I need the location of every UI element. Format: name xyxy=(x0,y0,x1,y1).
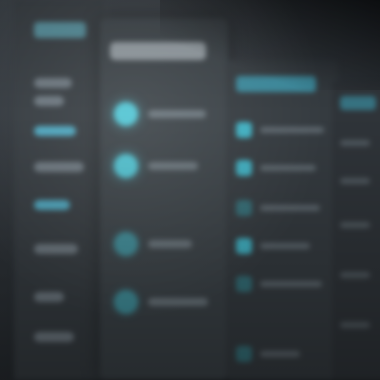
circle-icon xyxy=(114,232,138,256)
list-item-label xyxy=(260,281,322,287)
list-item[interactable] xyxy=(236,122,332,138)
list-item[interactable] xyxy=(114,290,214,314)
sidebar-item[interactable] xyxy=(34,96,64,106)
list-item-label xyxy=(260,351,300,357)
list-item[interactable] xyxy=(236,276,332,292)
list-item-label xyxy=(260,127,324,133)
square-icon xyxy=(236,238,252,254)
blurred-dashboard-screenshot xyxy=(0,0,380,380)
circle-icon xyxy=(114,290,138,314)
list-item[interactable] xyxy=(114,154,214,178)
secondary-panel xyxy=(226,60,338,380)
list-item-label xyxy=(148,162,198,170)
list-item-label xyxy=(260,165,316,171)
list-item-label xyxy=(340,178,370,184)
list-item-label xyxy=(260,205,320,211)
list-item[interactable] xyxy=(236,238,332,254)
list-item-label xyxy=(148,298,208,306)
square-icon xyxy=(236,122,252,138)
list-item[interactable] xyxy=(236,200,332,216)
shadow-overlay xyxy=(160,0,380,90)
sidebar-item[interactable] xyxy=(34,244,78,254)
sidebar-item-active[interactable] xyxy=(34,126,76,136)
list-item-label xyxy=(340,140,370,146)
sidebar xyxy=(14,0,106,380)
square-icon xyxy=(236,160,252,176)
circle-icon xyxy=(114,154,138,178)
list-item[interactable] xyxy=(114,232,214,256)
tertiary-panel xyxy=(332,82,380,380)
square-icon xyxy=(236,200,252,216)
square-icon xyxy=(236,276,252,292)
list-item-label xyxy=(340,272,370,278)
circle-icon xyxy=(114,102,138,126)
sidebar-item[interactable] xyxy=(34,332,74,342)
list-item[interactable] xyxy=(236,346,332,362)
sidebar-item[interactable] xyxy=(34,200,70,210)
list-item-label xyxy=(340,322,370,328)
sidebar-item[interactable] xyxy=(34,162,84,172)
list-item[interactable] xyxy=(114,102,214,126)
sidebar-item[interactable] xyxy=(34,292,64,302)
list-item-label xyxy=(148,110,206,118)
list-item-label xyxy=(148,240,192,248)
sidebar-header xyxy=(34,22,86,38)
square-icon xyxy=(236,346,252,362)
sidebar-item[interactable] xyxy=(34,78,72,88)
list-item[interactable] xyxy=(236,160,332,176)
list-item-label xyxy=(260,243,310,249)
tertiary-panel-header xyxy=(340,96,376,110)
list-item-label xyxy=(340,222,370,228)
